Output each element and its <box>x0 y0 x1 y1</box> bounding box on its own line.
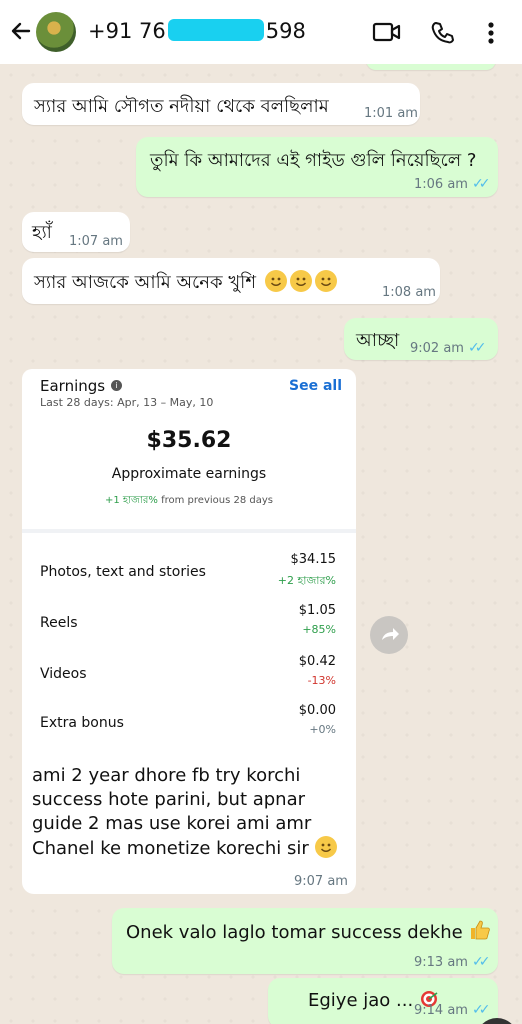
row-change: +0% <box>309 723 336 736</box>
row-value: $0.00 <box>298 703 336 718</box>
message-text: স্যার আমি সৌগত নদীয়া থেকে বলছিলাম <box>34 96 329 117</box>
message-bubble-incoming[interactable]: স্যার আজকে আমি অনেক খুশি 1:08 am <box>22 258 440 304</box>
phone-icon[interactable] <box>430 20 456 50</box>
time-text: 9:13 am <box>414 955 468 970</box>
message-time: 9:14 am ✓✓ <box>414 1002 491 1018</box>
earnings-amount: $35.62 <box>146 428 232 453</box>
smile-emoji-icon <box>314 836 337 858</box>
back-arrow-icon[interactable] <box>8 18 34 44</box>
forward-button[interactable] <box>370 616 408 654</box>
divider <box>22 529 356 533</box>
message-time: 1:06 am ✓✓ <box>414 176 491 192</box>
row-label: Reels <box>40 615 78 631</box>
read-ticks-icon: ✓✓ <box>471 176 491 192</box>
smile-emoji-icon <box>264 270 287 292</box>
avatar[interactable] <box>36 12 76 52</box>
contact-number-suffix: 598 <box>265 19 306 43</box>
time-text: 9:02 am <box>410 341 464 356</box>
earnings-change: +1 হাজার% from previous 28 days <box>22 493 356 510</box>
image-caption: ami 2 year dhore fb try korchi success h… <box>32 764 337 861</box>
info-icon: i <box>111 380 122 391</box>
message-bubble-partial <box>366 64 496 70</box>
message-text: স্যার আজকে আমি অনেক খুশি <box>34 268 337 299</box>
read-ticks-icon: ✓✓ <box>471 1002 491 1018</box>
message-text-content: Onek valo laglo tomar success dekhe <box>126 922 463 943</box>
row-value: $1.05 <box>298 603 336 618</box>
message-text: তুমি কি আমাদের এই গাইড গুলি নিয়েছিলে ? <box>150 150 477 171</box>
see-all-link[interactable]: See all <box>289 378 342 394</box>
chat-area[interactable]: স্যার আমি সৌগত নদীয়া থেকে বলছিলাম 1:01 … <box>0 64 522 1024</box>
video-call-icon[interactable] <box>372 20 402 48</box>
thumbs-up-emoji-icon <box>468 918 492 947</box>
row-change: -13% <box>307 674 336 687</box>
contact-number-prefix: +91 76 <box>88 19 166 43</box>
message-bubble-outgoing[interactable]: আচ্ছা 9:02 am ✓✓ <box>344 318 498 360</box>
time-text: 1:06 am <box>414 177 468 192</box>
row-value: $34.15 <box>290 552 337 567</box>
message-time: 9:02 am ✓✓ <box>410 340 487 356</box>
image-message-bubble[interactable]: Earnings i See all Last 28 days: Apr, 13… <box>22 369 356 894</box>
message-time: 1:08 am <box>382 285 436 300</box>
earnings-amount-label: Approximate earnings <box>111 466 267 482</box>
caption-line: guide 2 mas use korei ami amr <box>32 813 312 834</box>
time-text: 9:14 am <box>414 1003 468 1018</box>
message-bubble-incoming[interactable]: স্যার আমি সৌগত নদীয়া থেকে বলছিলাম 1:01 … <box>22 83 420 125</box>
caption-line: success hote parini, but apnar <box>32 789 306 810</box>
smile-emoji-icon <box>289 270 312 292</box>
read-ticks-icon: ✓✓ <box>471 954 491 970</box>
row-label: Extra bonus <box>40 715 124 731</box>
redaction-mark <box>167 19 264 41</box>
message-bubble-outgoing[interactable]: Onek valo laglo tomar success dekhe 9:13… <box>112 908 498 974</box>
earnings-change-value: +1 হাজার% <box>104 495 158 506</box>
earnings-period: Last 28 days: Apr, 13 – May, 10 <box>40 396 214 409</box>
row-value: $0.42 <box>298 654 336 669</box>
forward-icon <box>382 628 399 640</box>
chat-header: +91 76 598 <box>0 0 522 64</box>
message-bubble-incoming[interactable]: হ্যাঁ 1:07 am <box>22 212 130 252</box>
message-time: 9:07 am <box>294 874 348 889</box>
earnings-title: Earnings <box>40 377 106 395</box>
row-change: +2 হাজার% <box>277 574 336 587</box>
message-text: আচ্ছা <box>356 330 400 351</box>
message-text-content: স্যার আজকে আমি অনেক খুশি <box>34 272 256 293</box>
earnings-screenshot[interactable]: Earnings i See all Last 28 days: Apr, 13… <box>22 369 356 754</box>
earnings-change-suffix: from previous 28 days <box>161 495 273 506</box>
contact-name[interactable]: +91 76 598 <box>88 19 306 43</box>
read-ticks-icon: ✓✓ <box>467 340 487 356</box>
row-change: +85% <box>302 623 336 636</box>
message-time: 1:07 am <box>69 234 123 249</box>
message-bubble-outgoing[interactable]: Egiye jao ... 9:14 am ✓✓ <box>268 978 498 1024</box>
message-bubble-outgoing[interactable]: তুমি কি আমাদের এই গাইড গুলি নিয়েছিলে ? … <box>136 137 498 197</box>
caption-line: ami 2 year dhore fb try korchi <box>32 765 301 786</box>
caption-line-last: Chanel ke monetize korechi sir <box>32 836 337 861</box>
message-text-content: Egiye jao ... <box>308 990 414 1011</box>
message-text: Onek valo laglo tomar success dekhe <box>126 918 492 947</box>
row-label: Photos, text and stories <box>40 564 206 580</box>
row-label: Videos <box>40 666 87 682</box>
message-time: 9:13 am ✓✓ <box>414 954 491 970</box>
more-vert-icon[interactable] <box>486 20 496 50</box>
message-time: 1:01 am <box>364 106 418 121</box>
caption-line: Chanel ke monetize korechi sir <box>32 838 309 859</box>
message-text: হ্যাঁ <box>32 222 52 243</box>
smile-emoji-icon <box>314 270 337 292</box>
